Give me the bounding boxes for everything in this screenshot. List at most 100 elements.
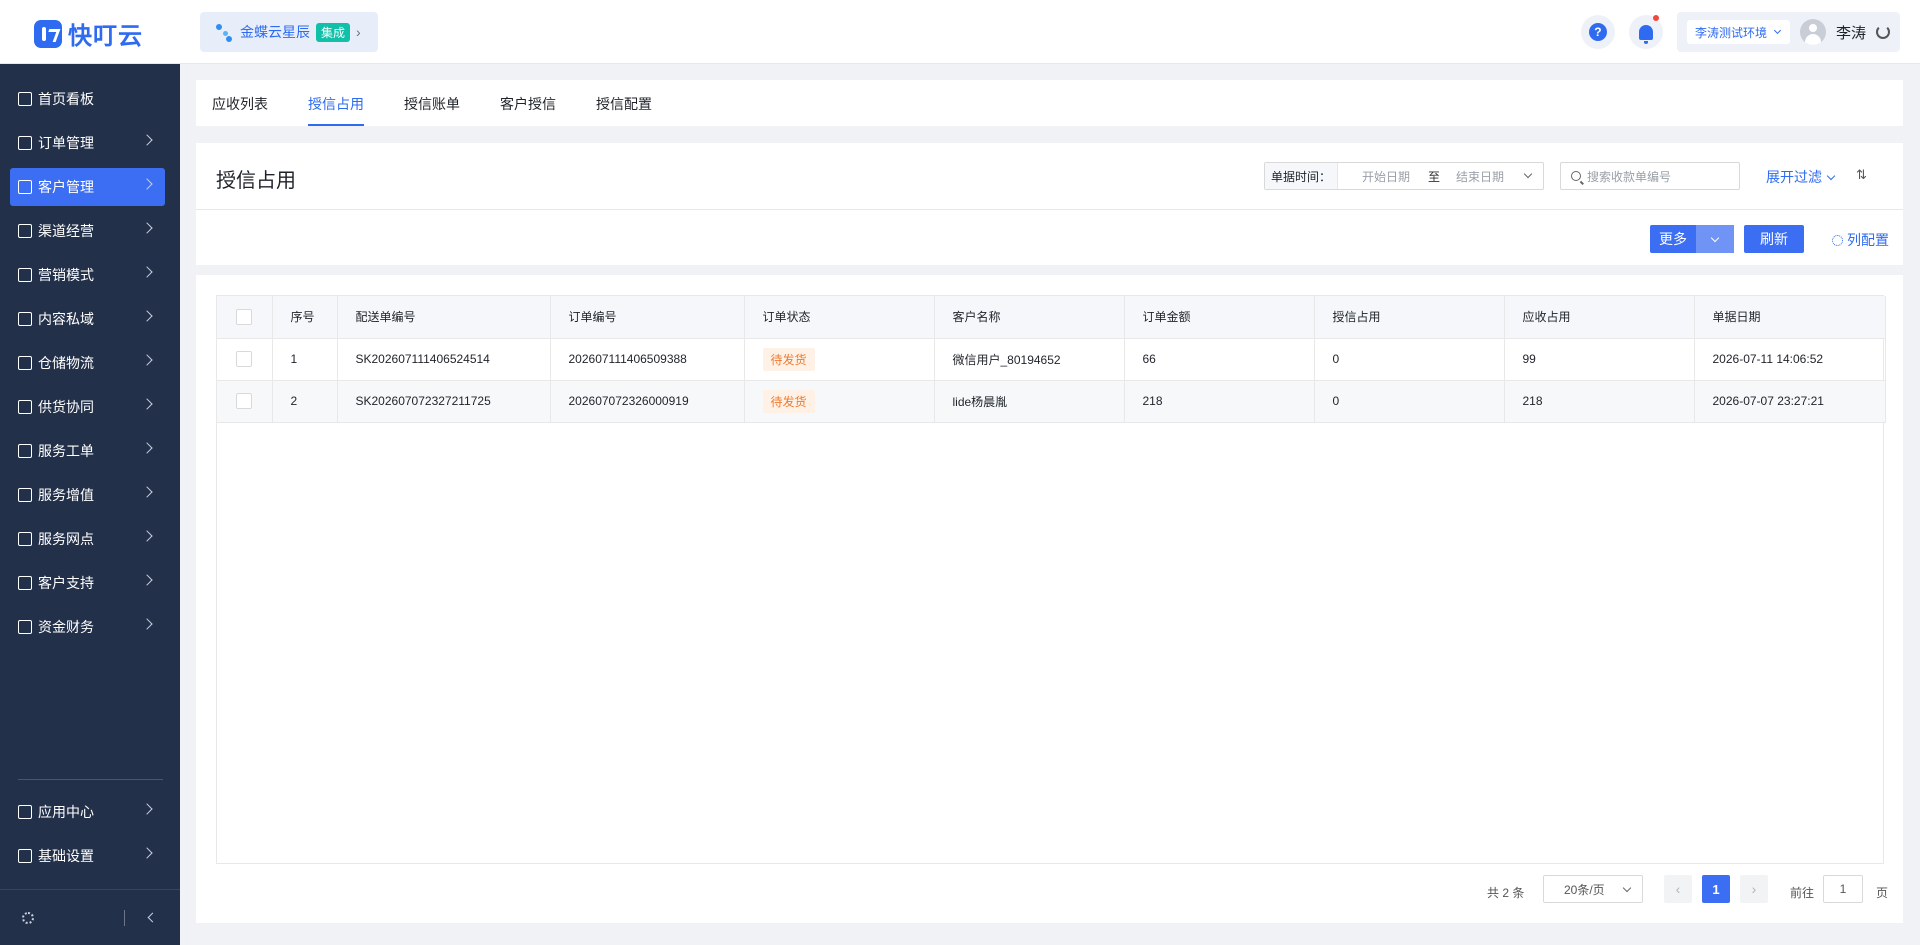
- table-row[interactable]: 2 SK202607072327211725 20260707232600091…: [217, 380, 1886, 423]
- chevron-down-icon: [1773, 26, 1782, 35]
- page-size-value: 20条/页: [1564, 882, 1605, 897]
- logo-icon: [34, 19, 62, 48]
- sidebar-item[interactable]: 服务网点: [10, 520, 165, 558]
- start-date-input[interactable]: 开始日期: [1362, 168, 1410, 185]
- table-header-row: 序号 配送单编号 订单编号 订单状态 客户名称 订单金额 授信占用 应收占用 单…: [217, 296, 1886, 339]
- sidebar-item[interactable]: 客户支持: [10, 564, 165, 602]
- sidebar-item-label: 订单管理: [38, 135, 94, 151]
- row-checkbox-cell: [217, 380, 273, 423]
- sidebar-item[interactable]: 内容私域: [10, 300, 165, 338]
- help-button[interactable]: ?: [1580, 15, 1615, 49]
- chevron-right-icon: ›: [356, 24, 361, 40]
- refresh-icon[interactable]: [1876, 25, 1890, 39]
- cell-receivable: 218: [1504, 380, 1695, 423]
- more-dropdown-toggle[interactable]: [1696, 225, 1734, 253]
- table-card: 序号 配送单编号 订单编号 订单状态 客户名称 订单金额 授信占用 应收占用 单…: [196, 275, 1903, 923]
- cell-customer: lide杨晨胤: [934, 380, 1125, 423]
- search-icon: [1571, 171, 1581, 181]
- sidebar-item[interactable]: 营销模式: [10, 256, 165, 294]
- table-row[interactable]: 1 SK202607111406524514 20260711140650938…: [217, 338, 1886, 381]
- chevron-down-icon: [1523, 169, 1533, 179]
- sidebar-item[interactable]: 应用中心: [10, 793, 165, 831]
- workorder-icon: [18, 444, 32, 458]
- row-checkbox[interactable]: [236, 393, 253, 409]
- image-icon: [18, 312, 32, 326]
- tab-credit-config[interactable]: 授信配置: [596, 94, 652, 126]
- sidebar-item[interactable]: 首页看板: [10, 80, 165, 118]
- sidebar-item[interactable]: 订单管理: [10, 124, 165, 162]
- expand-filter-button[interactable]: 展开过滤: [1766, 167, 1836, 187]
- sidebar-item-label: 客户管理: [38, 179, 94, 195]
- cube-icon: [18, 805, 32, 819]
- chevron-right-icon: [141, 530, 153, 542]
- support-icon: [18, 576, 32, 590]
- tab-credit-bill[interactable]: 授信账单: [404, 94, 460, 126]
- tag-icon: [18, 268, 32, 282]
- order-icon: [18, 136, 32, 150]
- integration-badge: 集成: [316, 22, 351, 42]
- avatar[interactable]: [1799, 19, 1826, 45]
- sidebar-item[interactable]: 供货协同: [10, 388, 165, 426]
- environment-select[interactable]: 李涛测试环境: [1686, 20, 1790, 44]
- sidebar-item[interactable]: 资金财务: [10, 608, 165, 646]
- gear-icon[interactable]: [22, 912, 34, 924]
- chevron-right-icon: [141, 134, 153, 146]
- channel-icon: [18, 224, 32, 238]
- tab-receivable-list[interactable]: 应收列表: [212, 94, 268, 126]
- tab-credit-occupation[interactable]: 授信占用: [308, 94, 364, 126]
- sidebar-item-label: 基础设置: [38, 848, 94, 864]
- warehouse-icon: [18, 356, 32, 370]
- sort-icon[interactable]: ⇅: [1856, 167, 1867, 183]
- brand-name: 快叮云: [68, 23, 143, 50]
- sidebar-item[interactable]: 基础设置: [10, 837, 165, 875]
- sidebar-item[interactable]: 服务工单: [10, 432, 165, 470]
- page-suffix: 页: [1876, 886, 1889, 900]
- more-button[interactable]: 更多: [1650, 225, 1734, 253]
- refresh-button[interactable]: 刷新: [1744, 225, 1804, 253]
- sidebar-item[interactable]: 服务增值: [10, 476, 165, 514]
- sidebar-item[interactable]: 渠道经营: [10, 212, 165, 250]
- sidebar-item-label: 渠道经营: [38, 223, 94, 239]
- goto-page-input[interactable]: 1: [1823, 875, 1863, 903]
- search-input[interactable]: 搜索收款单编号: [1560, 162, 1740, 190]
- chevron-right-icon: [141, 266, 153, 278]
- page-size-select[interactable]: 20条/页: [1543, 875, 1643, 903]
- column-config-button[interactable]: 列配置: [1832, 230, 1889, 250]
- sidebar-item-label: 客户支持: [38, 575, 94, 591]
- sidebar-footer: [0, 889, 180, 945]
- sidebar-item[interactable]: 客户管理: [10, 168, 165, 206]
- chevron-right-icon: [141, 847, 153, 859]
- data-table: 序号 配送单编号 订单编号 订单状态 客户名称 订单金额 授信占用 应收占用 单…: [216, 295, 1886, 864]
- brand-logo[interactable]: 快叮云: [34, 16, 143, 51]
- cell-index: 1: [272, 338, 338, 381]
- divider: [196, 209, 1903, 210]
- prev-page-button[interactable]: ‹: [1664, 875, 1692, 903]
- chevron-right-icon: [141, 398, 153, 410]
- collapse-sidebar-icon[interactable]: [147, 912, 158, 923]
- select-all-checkbox[interactable]: [236, 308, 253, 325]
- more-button-label: 更多: [1659, 231, 1687, 247]
- user-icon: [18, 180, 32, 194]
- user-name[interactable]: 李涛: [1836, 22, 1866, 43]
- column-header: 订单状态: [744, 296, 935, 339]
- column-header: 授信占用: [1314, 296, 1505, 339]
- integration-switcher[interactable]: 金蝶云星辰 集成 ›: [200, 12, 378, 52]
- end-date-input[interactable]: 结束日期: [1456, 168, 1504, 185]
- sidebar-item-label: 服务网点: [38, 531, 94, 547]
- notification-button[interactable]: [1628, 15, 1663, 49]
- chevron-right-icon: [141, 178, 153, 190]
- unread-dot: [1652, 15, 1659, 21]
- sidebar-item-label: 仓储物流: [38, 355, 94, 371]
- chevron-right-icon: [141, 354, 153, 366]
- page-number-button[interactable]: 1: [1702, 875, 1730, 903]
- next-page-button[interactable]: ›: [1740, 875, 1768, 903]
- bell-icon: [1638, 24, 1653, 44]
- row-checkbox[interactable]: [236, 351, 253, 367]
- select-all-checkbox-cell: [217, 296, 273, 339]
- page-title: 授信占用: [216, 170, 296, 192]
- settings-list-icon: [18, 849, 32, 863]
- sidebar-item-label: 内容私域: [38, 311, 94, 327]
- sidebar-item[interactable]: 仓储物流: [10, 344, 165, 382]
- date-range-picker[interactable]: 单据时间： 开始日期 至 结束日期: [1264, 162, 1544, 190]
- tab-customer-credit[interactable]: 客户授信: [500, 94, 556, 126]
